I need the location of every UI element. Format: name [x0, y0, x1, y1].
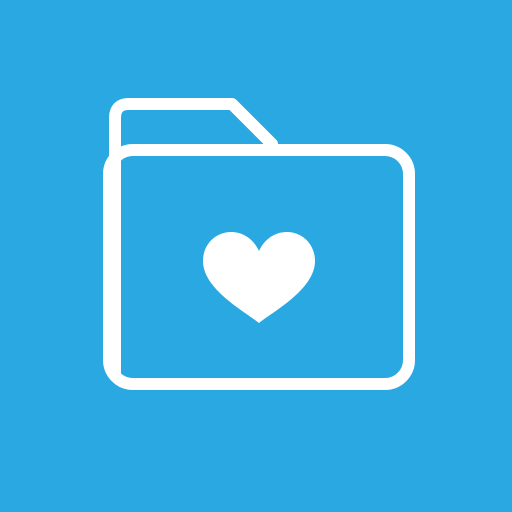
app-icon-tile — [0, 0, 512, 512]
folder-heart-icon — [0, 0, 512, 512]
